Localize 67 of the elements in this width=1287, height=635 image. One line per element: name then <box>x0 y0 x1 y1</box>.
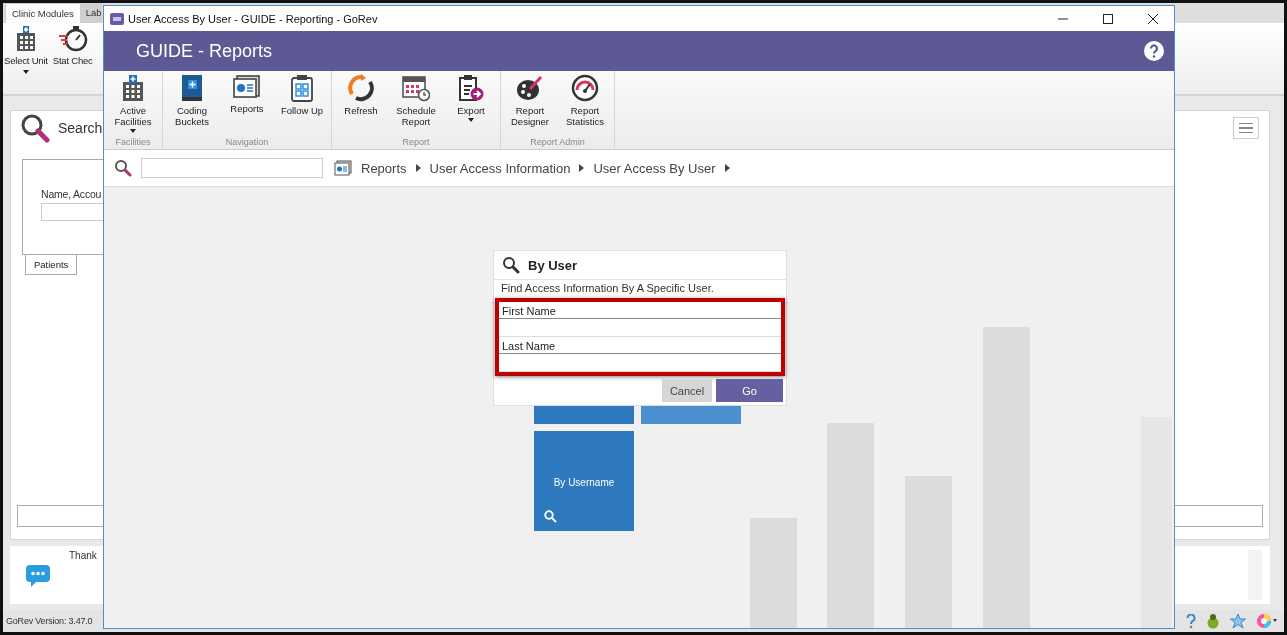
ribbon-button[interactable]: Export <box>444 74 498 135</box>
report-icon <box>334 160 352 176</box>
breadcrumb-link[interactable]: User Access Information <box>429 160 571 176</box>
ribbon-button[interactable]: Active Facilities <box>106 74 160 135</box>
clipboard-icon <box>290 74 314 102</box>
menu-button[interactable] <box>1233 117 1259 139</box>
patients-tab[interactable]: Patients <box>25 255 78 275</box>
go-button[interactable]: Go <box>716 379 783 402</box>
search-icon <box>114 159 132 177</box>
dialog-description: Find Access Information By A Specific User. <box>500 281 715 296</box>
field-label: Name, Accou <box>41 188 103 200</box>
stopwatch-icon <box>57 25 88 53</box>
ribbon-button[interactable]: Follow Up <box>275 74 329 135</box>
group-label: Report Admin <box>529 136 586 149</box>
module-tab[interactable]: Lab <box>80 3 102 23</box>
caret-icon <box>130 129 136 133</box>
ribbon-button[interactable]: Report Designer <box>503 74 557 135</box>
chevron-icon[interactable] <box>724 164 730 172</box>
report-tile[interactable]: By Username <box>534 431 634 531</box>
color-wheel-icon[interactable] <box>1256 613 1278 629</box>
app-icon <box>110 12 124 25</box>
gauge-icon <box>571 74 599 102</box>
book-icon <box>180 74 204 102</box>
module-tab[interactable]: Clinic Modules <box>5 3 81 23</box>
window-title: User Access By User - GUIDE - Reporting - GoRev <box>128 12 378 25</box>
chevron-icon[interactable] <box>579 164 585 172</box>
panel-title: Search <box>58 120 103 136</box>
input-field[interactable] <box>499 319 781 337</box>
version-text: GoRev Version: 3.47.0 <box>6 616 93 626</box>
ribbon-button[interactable]: Refresh <box>334 74 388 135</box>
breadcrumb-link[interactable]: User Access By User <box>593 160 716 176</box>
search-field[interactable] <box>141 158 323 178</box>
breadcrumb-link[interactable]: Reports <box>361 160 407 176</box>
header-title: GUIDE - Reports <box>136 40 273 62</box>
input-field[interactable] <box>499 354 781 372</box>
ribbon-button[interactable]: Select Unit <box>3 25 49 75</box>
cancel-button[interactable]: Cancel <box>662 379 712 402</box>
chat-icon <box>25 564 51 588</box>
refresh-icon <box>347 74 375 102</box>
dialog-title: By User <box>528 257 578 273</box>
caret-icon <box>468 118 474 122</box>
building-icon <box>120 74 146 102</box>
help-icon[interactable] <box>1186 613 1196 629</box>
group-label: Facilities <box>114 136 152 149</box>
close-icon[interactable] <box>1148 13 1158 24</box>
star-icon[interactable] <box>1230 613 1246 629</box>
maximize-icon[interactable] <box>1103 13 1113 24</box>
help-icon[interactable] <box>1144 41 1164 61</box>
search-icon <box>544 510 557 523</box>
ribbon-button[interactable]: Report Statistics <box>558 74 612 135</box>
ribbon-button[interactable]: Stat Chec <box>51 25 94 75</box>
search-icon <box>502 256 520 274</box>
palette-icon <box>516 74 544 102</box>
search-icon <box>20 113 50 143</box>
bug-icon[interactable] <box>1206 613 1220 629</box>
group-label: Report <box>401 136 431 149</box>
ribbon-button[interactable]: Schedule Report <box>389 74 443 135</box>
search-field[interactable] <box>41 203 103 221</box>
ribbon-button[interactable]: Reports <box>220 74 274 135</box>
chevron-icon[interactable] <box>415 164 421 172</box>
report-icon <box>233 74 261 100</box>
calendar-icon <box>402 74 430 102</box>
caret-icon <box>22 70 29 74</box>
group-label: Navigation <box>224 136 270 149</box>
ribbon-button[interactable]: Coding Buckets <box>165 74 219 135</box>
message-text: Thank <box>69 550 97 561</box>
export-icon <box>458 74 484 102</box>
